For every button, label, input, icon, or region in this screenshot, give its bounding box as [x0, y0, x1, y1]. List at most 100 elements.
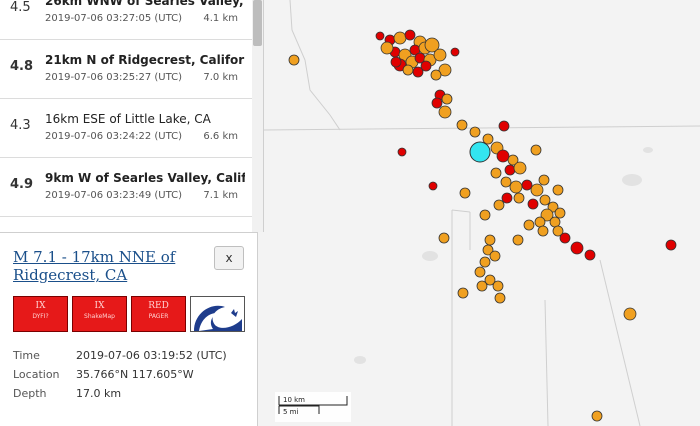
event-place: 9km W of Searles Valley, California — [45, 171, 245, 185]
earthquake-marker[interactable] — [513, 161, 527, 175]
earthquake-marker[interactable] — [623, 307, 637, 321]
event-magnitude: 4.5 — [10, 0, 31, 15]
earthquake-marker[interactable] — [570, 241, 584, 255]
event-time: 2019-07-06 03:25:27 (UTC) — [45, 72, 183, 83]
earthquake-marker[interactable] — [501, 192, 513, 204]
event-place: 21km N of Ridgecrest, California — [45, 53, 245, 67]
earthquake-marker[interactable] — [438, 232, 450, 244]
earthquake-marker[interactable] — [549, 216, 561, 228]
earthquake-marker[interactable] — [489, 250, 501, 262]
earthquake-marker[interactable] — [430, 69, 442, 81]
list-scrollbar-thumb[interactable] — [253, 0, 262, 46]
event-time: 2019-07-06 03:23:49 (UTC) — [45, 190, 183, 201]
earthquake-marker[interactable] — [428, 181, 438, 191]
earthquake-marker[interactable] — [397, 147, 407, 157]
earthquake-marker[interactable] — [393, 31, 407, 45]
shakemap-tile[interactable]: IX ShakeMap — [72, 296, 127, 332]
earthquake-marker[interactable] — [404, 29, 416, 41]
pager-tile[interactable]: RED PAGER — [131, 296, 186, 332]
earthquake-marker[interactable] — [450, 47, 460, 57]
list-item[interactable]: 4.9 9km W of Searles Valley, California … — [0, 159, 252, 217]
event-place: 26km WNW of Searles Valley, Cal... — [45, 0, 245, 8]
dyfi-tile[interactable]: IX DYFI? — [13, 296, 68, 332]
earthquake-marker[interactable] — [457, 287, 469, 299]
earthquake-marker[interactable] — [512, 234, 524, 246]
earthquake-marker[interactable] — [390, 56, 402, 68]
event-detail-panel: M 7.1 - 17km NNE of Ridgecrest, CA x IX … — [0, 232, 258, 426]
earthquake-marker[interactable] — [538, 174, 550, 186]
time-label: Time — [13, 349, 40, 362]
earthquake-marker[interactable] — [456, 119, 468, 131]
earthquake-marker[interactable] — [479, 256, 491, 268]
event-magnitude: 4.9 — [10, 177, 34, 192]
earthquake-marker[interactable] — [494, 292, 506, 304]
event-time: 2019-07-06 03:24:22 (UTC) — [45, 131, 183, 142]
event-depth: 7.1 km — [203, 190, 238, 201]
earthquake-marker[interactable] — [493, 199, 505, 211]
depth-value: 17.0 km — [76, 387, 122, 400]
earthquake-marker[interactable] — [492, 280, 504, 292]
earthquake-marker[interactable] — [431, 97, 443, 109]
pager-label: PAGER — [148, 313, 169, 320]
earthquake-marker[interactable] — [554, 207, 566, 219]
event-place: 16km ESE of Little Lake, CA — [45, 112, 211, 126]
earthquake-markers[interactable] — [288, 29, 677, 422]
time-value: 2019-07-06 03:19:52 (UTC) — [76, 349, 227, 362]
earthquake-marker[interactable] — [559, 232, 571, 244]
earthquake-marker[interactable] — [459, 187, 471, 199]
earthquake-marker[interactable] — [504, 164, 516, 176]
earthquake-marker[interactable] — [420, 60, 432, 72]
event-title-link[interactable]: M 7.1 - 17km NNE of Ridgecrest, CA — [13, 248, 198, 284]
earthquake-marker[interactable] — [288, 54, 300, 66]
earthquake-marker[interactable] — [530, 183, 544, 197]
earthquake-marker[interactable] — [584, 249, 596, 261]
earthquake-marker[interactable] — [476, 280, 488, 292]
earthquake-marker[interactable] — [665, 239, 677, 251]
tsunami-tile[interactable] — [190, 296, 245, 332]
event-magnitude: 4.3 — [10, 118, 31, 133]
earthquake-marker[interactable] — [539, 194, 551, 206]
earthquake-marker[interactable] — [500, 176, 512, 188]
close-button[interactable]: x — [214, 246, 244, 270]
tsunami-wave-icon — [191, 297, 244, 331]
dyfi-intensity: IX — [35, 301, 46, 311]
dyfi-label: DYFI? — [32, 313, 49, 320]
earthquake-marker[interactable] — [433, 48, 447, 62]
earthquake-marker[interactable] — [380, 41, 394, 55]
earthquake-marker[interactable] — [527, 198, 539, 210]
mainshock-marker[interactable] — [469, 141, 491, 163]
earthquake-marker[interactable] — [537, 225, 549, 237]
event-depth: 6.6 km — [203, 131, 238, 142]
earthquake-marker[interactable] — [509, 180, 523, 194]
event-depth: 4.1 km — [203, 13, 238, 24]
event-depth: 7.0 km — [203, 72, 238, 83]
earthquake-marker[interactable] — [521, 179, 533, 191]
scale-mi-label: 5 mi — [283, 408, 299, 416]
earthquake-marker[interactable] — [375, 31, 385, 41]
earthquake-marker[interactable] — [484, 234, 496, 246]
earthquake-marker[interactable] — [474, 266, 486, 278]
earthquake-marker[interactable] — [402, 64, 414, 76]
pager-alert: RED — [148, 301, 169, 311]
earthquake-marker[interactable] — [490, 167, 502, 179]
shakemap-label: ShakeMap — [84, 313, 115, 320]
earthquake-marker[interactable] — [498, 120, 510, 132]
earthquake-marker[interactable] — [441, 93, 453, 105]
earthquake-marker[interactable] — [552, 184, 564, 196]
earthquake-marker[interactable] — [479, 209, 491, 221]
earthquake-marker[interactable] — [513, 192, 525, 204]
earthquake-marker[interactable] — [438, 105, 452, 119]
event-magnitude: 4.8 — [10, 59, 34, 74]
earthquake-marker[interactable] — [496, 149, 510, 163]
list-item[interactable]: 4.5 26km WNW of Searles Valley, Cal... 2… — [0, 0, 252, 40]
earthquake-marker[interactable] — [523, 219, 535, 231]
earthquake-marker[interactable] — [591, 410, 603, 422]
earthquake-marker[interactable] — [482, 133, 494, 145]
list-item[interactable]: 4.3 16km ESE of Little Lake, CA 2019-07-… — [0, 100, 252, 158]
list-item[interactable]: 4.8 21km N of Ridgecrest, California 201… — [0, 41, 252, 99]
earthquake-marker[interactable] — [534, 216, 546, 228]
earthquake-marker[interactable] — [530, 144, 542, 156]
event-list: 4.5 26km WNW of Searles Valley, Cal... 2… — [0, 0, 264, 232]
earthquake-marker[interactable] — [469, 126, 481, 138]
event-time: 2019-07-06 03:27:05 (UTC) — [45, 13, 183, 24]
